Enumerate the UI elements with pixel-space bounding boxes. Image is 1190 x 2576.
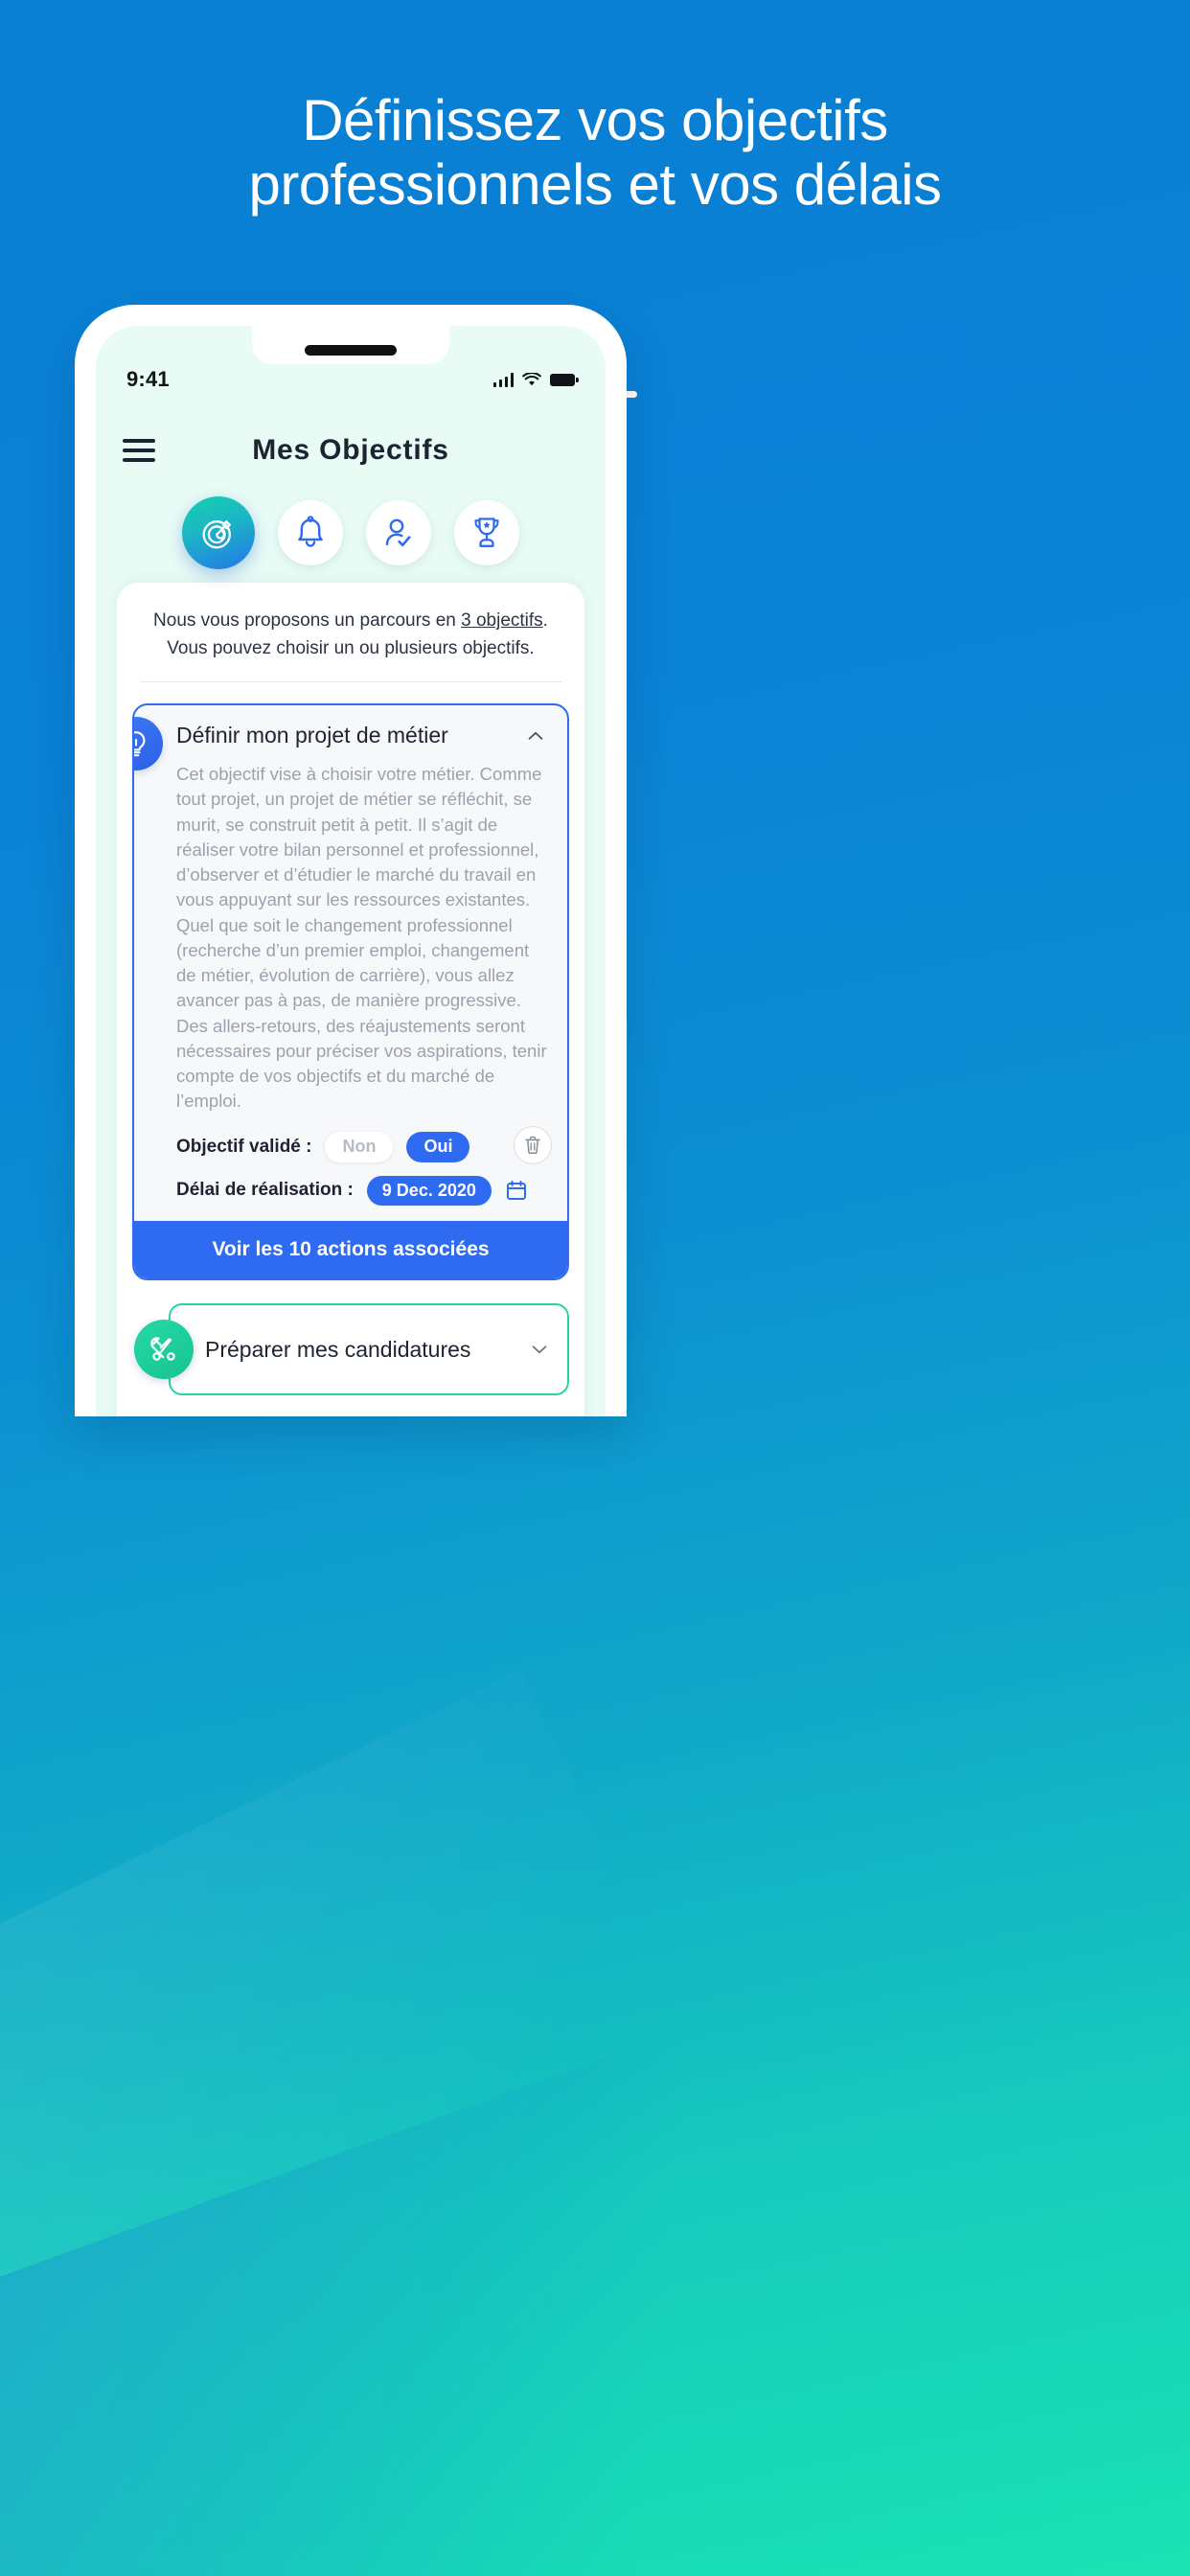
status-bar: 9:41 [96,362,606,397]
intro-line1-pre: Nous vous proposons un parcours en [153,610,462,631]
status-bar-time: 9:41 [126,367,170,391]
chevron-down-icon[interactable] [529,1339,550,1360]
intro-line1-post: . [542,610,548,631]
background-gradient-wedge-back [0,1912,1190,2576]
calendar-icon[interactable] [505,1179,528,1202]
objective-controls: Objectif validé : Non Oui Délai de réali… [134,1118,567,1222]
hero-headline: Définissez vos objectifs professionnels … [0,88,1190,217]
objective-card-projet-metier[interactable]: Définir mon projet de métier Cet objecti… [132,703,569,1281]
page-title: Mes Objectifs [252,434,449,466]
user-check-icon [385,518,411,547]
objective-title: Définir mon projet de métier [176,723,448,748]
tab-objectifs[interactable] [182,496,255,569]
tab-profil[interactable] [366,500,431,565]
chevron-up-icon[interactable] [525,725,546,747]
target-icon [202,520,231,549]
objective-deadline-row: Délai de réalisation : 9 Dec. 2020 [176,1175,548,1207]
bell-icon [298,516,323,547]
hamburger-menu-icon[interactable] [123,439,155,462]
app-bar: Mes Objectifs [96,414,606,487]
validated-option-non[interactable]: Non [325,1131,394,1162]
objective-validated-row: Objectif validé : Non Oui [176,1131,548,1162]
objective-title: Préparer mes candidatures [205,1336,471,1362]
content-sheet: Nous vous proposons un parcours en 3 obj… [117,583,584,1416]
intro-line2: Vous pouvez choisir un ou plusieurs obje… [167,637,535,658]
wifi-icon [522,372,541,385]
sheet-divider [140,681,561,682]
background-gradient-wedge [0,1669,983,2576]
objective-deadline-label: Délai de réalisation : [176,1180,354,1201]
objective-card-candidatures[interactable]: Préparer mes candidatures [134,1303,569,1396]
trophy-icon [474,518,499,547]
battery-full-icon [550,373,579,386]
objective-actions-button[interactable]: Voir les 10 actions associées [134,1221,567,1279]
tab-notifications[interactable] [278,500,343,565]
objective-deadline-value[interactable]: 9 Dec. 2020 [366,1175,492,1207]
phone-screen: 9:41 Mes Objectifs Nous vous proposons u… [96,326,606,1416]
objective-validated-label: Objectif validé : [176,1136,312,1157]
objective-header[interactable]: Définir mon projet de métier [134,705,567,762]
phone-speaker-icon [305,345,397,356]
phone-mockup: 9:41 Mes Objectifs Nous vous proposons u… [75,305,627,1416]
tools-icon [134,1320,194,1380]
tab-recompenses[interactable] [454,500,519,565]
trash-icon[interactable] [514,1125,552,1164]
app-store-promo-screenshot: Définissez vos objectifs professionnels … [0,0,1190,2576]
icon-tab-row [96,496,606,569]
objective-description: Cet objectif vise à choisir votre métier… [176,764,547,1112]
hero-headline-line-2: professionnels et vos délais [248,152,942,218]
signal-bars-icon [492,372,514,387]
intro-text: Nous vous proposons un parcours en 3 obj… [117,583,584,681]
validated-option-oui[interactable]: Oui [406,1131,470,1162]
hero-headline-line-1: Définissez vos objectifs [302,88,888,152]
intro-objectives-link[interactable]: 3 objectifs [461,610,543,631]
status-bar-icons [492,372,579,387]
